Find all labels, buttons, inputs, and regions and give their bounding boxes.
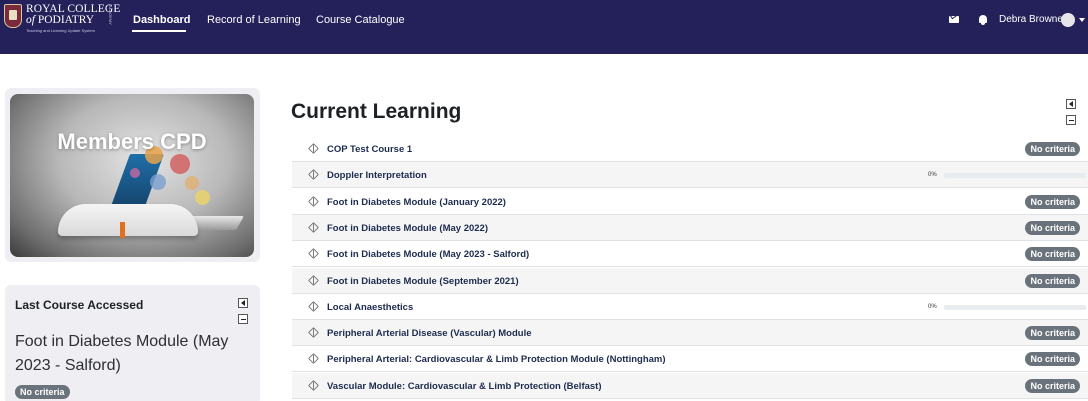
course-cube-icon [308, 248, 319, 260]
course-cube-icon [308, 353, 319, 365]
course-cube-icon [308, 327, 319, 339]
members-cpd-banner[interactable]: Members CPD [10, 94, 254, 257]
logo-podiatry: PODIATRY [37, 14, 95, 26]
science-bubble-icon [130, 168, 140, 178]
minimize-icon[interactable] [1066, 115, 1076, 125]
avatar[interactable] [1061, 13, 1075, 27]
progress-label: 0% [928, 303, 937, 310]
course-cube-icon [308, 143, 319, 154]
collapse-left-icon[interactable] [1066, 99, 1076, 109]
envelope-icon[interactable] [949, 14, 961, 26]
science-bubble-icon [170, 154, 190, 174]
course-link[interactable]: Peripheral Arterial Disease (Vascular) M… [327, 328, 532, 339]
course-link[interactable]: Doppler Interpretation [327, 170, 427, 181]
last-course-name[interactable]: Foot in Diabetes Module (May 2023 - Salf… [15, 330, 245, 378]
course-link[interactable]: Vascular Module: Cardiovascular & Limb P… [327, 381, 602, 392]
list-item[interactable]: Doppler Interpretation 0% [292, 162, 1088, 189]
crest-icon [4, 4, 22, 28]
progress-label: 0% [928, 172, 937, 179]
logo-of: of [26, 14, 35, 26]
open-book-illustration [58, 204, 198, 236]
user-name[interactable]: Debra Browne [999, 14, 1063, 25]
list-item[interactable]: Foot in Diabetes Module (January 2022) No… [292, 189, 1088, 215]
list-item[interactable]: Peripheral Arterial Disease (Vascular) M… [292, 320, 1088, 347]
status-badge: No criteria [15, 385, 70, 399]
course-link[interactable]: Foot in Diabetes Module (September 2021) [327, 276, 519, 287]
list-item[interactable]: COP Test Course 1 No criteria [292, 136, 1088, 162]
status-badge: No criteria [1025, 247, 1080, 262]
course-cube-icon [308, 300, 319, 312]
last-course-heading: Last Course Accessed [15, 298, 144, 312]
active-nav-indicator [132, 30, 186, 32]
college-logo[interactable]: ROYAL COLLEGE of PODIATRY Teaching and L… [4, 3, 120, 33]
progress-bar [944, 304, 1086, 310]
list-item[interactable]: Local Anaesthetics 0% [292, 294, 1088, 320]
caret-down-icon[interactable] [1079, 18, 1085, 22]
logo-academy: ACADEMY [108, 5, 113, 25]
logo-tagline: Teaching and Learning Update System [26, 28, 95, 33]
progress-bar [944, 173, 1086, 179]
promo-title: Members CPD [57, 129, 207, 154]
status-badge: No criteria [1025, 378, 1080, 393]
status-badge: No criteria [1025, 142, 1080, 156]
list-item[interactable]: Foot in Diabetes Module (May 2022) No cri… [292, 214, 1088, 241]
top-navbar: ROYAL COLLEGE of PODIATRY Teaching and L… [0, 0, 1088, 54]
list-item[interactable]: Peripheral Arterial: Cardiovascular & Li… [292, 346, 1088, 373]
course-link[interactable]: Foot in Diabetes Module (May 2022) [327, 223, 488, 234]
course-link[interactable]: COP Test Course 1 [327, 144, 412, 155]
minimize-icon[interactable] [238, 314, 248, 324]
course-cube-icon [308, 274, 319, 286]
status-badge: No criteria [1025, 220, 1080, 235]
course-link[interactable]: Peripheral Arterial: Cardiovascular & Li… [327, 354, 666, 365]
list-item[interactable]: Foot in Diabetes Module (September 2021)… [292, 267, 1088, 294]
nav-course-catalogue[interactable]: Course Catalogue [316, 14, 405, 26]
science-bubble-icon [185, 176, 199, 190]
course-cube-icon [308, 195, 319, 207]
list-item[interactable]: Vascular Module: Cardiovascular & Limb P… [292, 372, 1088, 399]
science-bubble-icon [195, 190, 210, 205]
course-cube-icon [308, 169, 319, 181]
course-link[interactable]: Foot in Diabetes Module (January 2022) [327, 197, 506, 208]
course-cube-icon [308, 379, 319, 391]
bell-icon[interactable] [978, 14, 990, 26]
collapse-left-icon[interactable] [238, 298, 248, 308]
bookmark-illustration [120, 222, 125, 238]
list-item[interactable]: Foot in Diabetes Module (May 2023 - Salf… [292, 241, 1088, 268]
status-badge: No criteria [1025, 352, 1080, 367]
course-cube-icon [308, 221, 319, 233]
status-badge: No criteria [1025, 326, 1080, 341]
page-title: Current Learning [291, 100, 462, 123]
nav-dashboard[interactable]: Dashboard [133, 14, 190, 26]
nav-record-of-learning[interactable]: Record of Learning [207, 14, 301, 26]
logo-line2: of PODIATRY [26, 14, 94, 26]
science-bubble-icon [150, 174, 166, 190]
course-link[interactable]: Local Anaesthetics [327, 302, 413, 313]
course-link[interactable]: Foot in Diabetes Module (May 2023 - Salf… [327, 249, 529, 260]
status-badge: No criteria [1025, 273, 1080, 288]
status-badge: No criteria [1025, 194, 1080, 209]
